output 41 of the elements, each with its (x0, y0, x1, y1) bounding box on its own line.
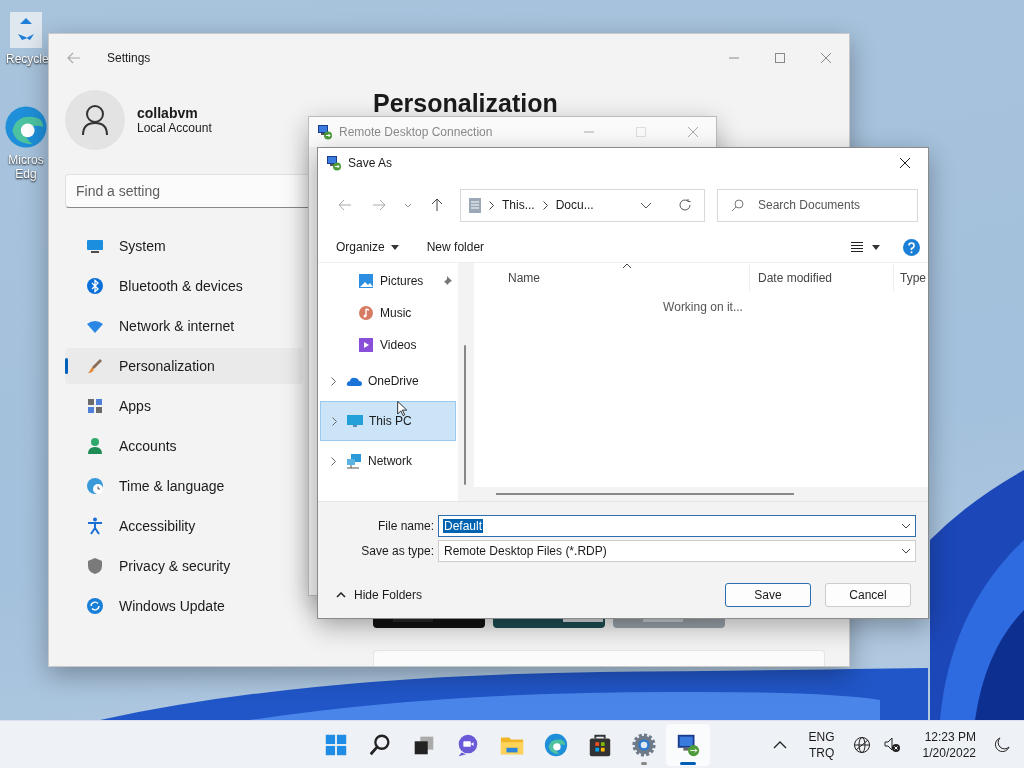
folder-tree-item[interactable]: Videos (320, 329, 456, 361)
page-heading: Personalization (373, 89, 559, 117)
nav-item[interactable]: Windows Update (65, 588, 303, 624)
nav-item[interactable]: Accessibility (65, 508, 303, 544)
column-header[interactable]: Date modified (750, 265, 894, 291)
hide-folders-button[interactable]: Hide Folders (330, 587, 429, 603)
search-field[interactable]: Search Documents (717, 188, 918, 222)
file-name-field[interactable]: Default (438, 514, 916, 537)
window-title: Remote Desktop Connection (339, 125, 493, 139)
column-header[interactable]: Type (894, 265, 928, 291)
window-title: Settings (107, 51, 151, 65)
user-name: collabvm (137, 105, 199, 121)
nav-item[interactable]: Apps (65, 388, 303, 424)
folder-tree-item[interactable]: Music (320, 297, 456, 329)
address-bar[interactable]: This... Docu... (460, 188, 705, 222)
folder-tree-item[interactable]: OneDrive (320, 361, 456, 401)
new-folder-button[interactable]: New folder (418, 238, 493, 256)
nav-item[interactable]: Privacy & security (65, 548, 303, 584)
folder-tree-item[interactable]: This PC (320, 401, 456, 441)
field-label: File name: (376, 518, 435, 533)
nav-item[interactable]: Personalization (65, 348, 303, 384)
organize-button[interactable]: Organize (328, 238, 407, 256)
field-label: Save as type: (360, 543, 435, 558)
language-indicator[interactable]: ENG TRQ (808, 729, 835, 761)
clock[interactable]: 12:23 PM 1/20/2022 (922, 729, 976, 761)
breadcrumb[interactable]: Docu... (555, 198, 594, 212)
breadcrumb[interactable]: This... (502, 198, 535, 212)
folder-tree-item[interactable]: Pictures (320, 265, 456, 297)
file-type-dropdown[interactable]: Remote Desktop Files (*.RDP) (438, 539, 916, 562)
dialog-button[interactable]: Cancel (825, 583, 911, 607)
nav-item[interactable]: Accounts (65, 428, 303, 464)
column-header[interactable]: Name (474, 265, 750, 291)
dialog-title: Save As (348, 156, 393, 170)
dialog-button[interactable]: Save (725, 583, 811, 607)
account-type: Local Account (137, 121, 212, 135)
loading-message: Working on it... (662, 300, 744, 314)
nav-item[interactable]: Bluetooth & devices (65, 268, 303, 304)
nav-item[interactable]: System (65, 228, 303, 264)
nav-item[interactable]: Time & language (65, 468, 303, 504)
nav-item[interactable]: Network & internet (65, 308, 303, 344)
folder-tree-item[interactable]: Network (320, 441, 456, 481)
